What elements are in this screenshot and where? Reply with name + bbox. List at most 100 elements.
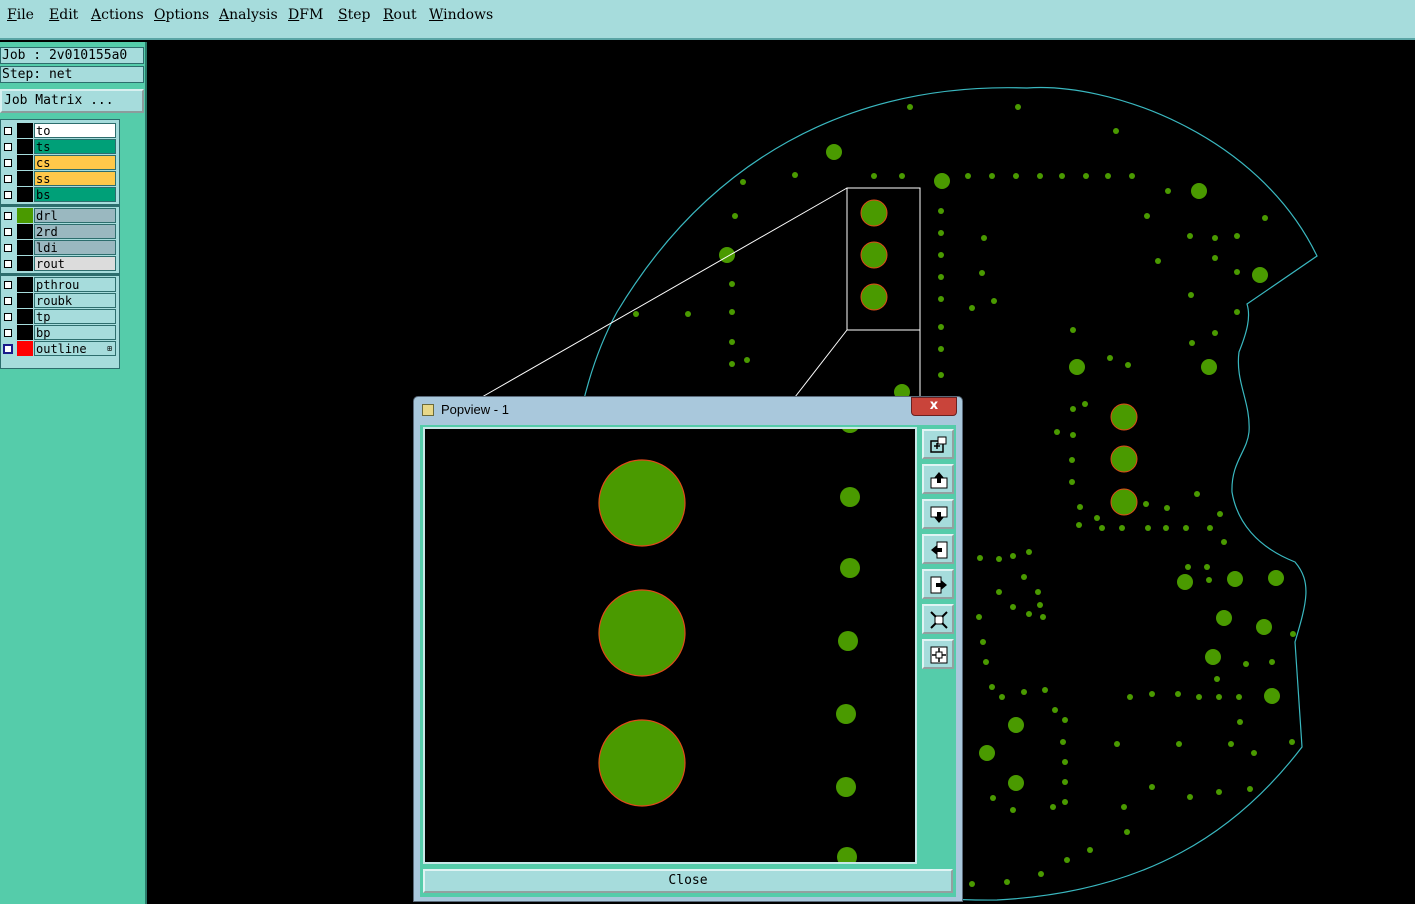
- popview-zoom-view[interactable]: [423, 427, 917, 864]
- menu-rout[interactable]: Rout: [383, 7, 417, 23]
- layer-row-drl[interactable]: drl: [1, 208, 119, 224]
- drill-pad: [1145, 525, 1151, 531]
- pan-right-button[interactable]: [922, 569, 954, 599]
- layer-color-swatch[interactable]: [17, 123, 33, 138]
- menu-step[interactable]: Step: [338, 7, 370, 23]
- layer-row-roubk[interactable]: roubk: [1, 293, 119, 309]
- layer-color-swatch[interactable]: [17, 139, 33, 154]
- pan-up-button[interactable]: [922, 464, 954, 494]
- layer-row-ss[interactable]: ss: [1, 171, 119, 187]
- layer-checkbox[interactable]: [4, 313, 12, 321]
- layer-row-tp[interactable]: tp: [1, 309, 119, 325]
- layer-color-swatch[interactable]: [17, 240, 33, 255]
- window-close-button[interactable]: x: [911, 397, 957, 416]
- layer-name[interactable]: outline ⊞: [34, 341, 116, 356]
- layer-name[interactable]: tp: [34, 309, 116, 324]
- layer-row-ldi[interactable]: ldi: [1, 240, 119, 256]
- drill-pad: [969, 305, 975, 311]
- drill-pad: [990, 795, 996, 801]
- menu-edit[interactable]: Edit: [49, 7, 78, 23]
- layer-name[interactable]: ts: [34, 139, 116, 154]
- drill-pad: [1004, 879, 1010, 885]
- layer-color-swatch[interactable]: [17, 341, 33, 356]
- layer-checkbox[interactable]: [4, 297, 12, 305]
- layer-color-swatch[interactable]: [17, 277, 33, 292]
- menu-windows[interactable]: Windows: [429, 7, 493, 23]
- zoom-fit-button[interactable]: [922, 429, 954, 459]
- layer-color-swatch[interactable]: [17, 293, 33, 308]
- layer-color-swatch[interactable]: [17, 309, 33, 324]
- layer-name[interactable]: pthrou: [34, 277, 116, 292]
- layer-color-swatch[interactable]: [17, 171, 33, 186]
- layer-expand-icon[interactable]: ⊞: [107, 345, 112, 353]
- layer-checkbox[interactable]: [4, 175, 12, 183]
- popview-window[interactable]: Popview - 1 x Close: [413, 396, 963, 902]
- layer-color-swatch[interactable]: [17, 155, 33, 170]
- drill-pad: [1221, 539, 1227, 545]
- pan-left-button[interactable]: [922, 534, 954, 564]
- layer-color-swatch[interactable]: [17, 187, 33, 202]
- menu-dfm[interactable]: DFM: [288, 7, 323, 23]
- layer-color-swatch[interactable]: [17, 256, 33, 271]
- layer-row-bp[interactable]: bp: [1, 325, 119, 341]
- drill-pad: [633, 311, 639, 317]
- drill-pad: [979, 745, 995, 761]
- menu-file[interactable]: File: [7, 7, 34, 23]
- drill-pad: [1062, 759, 1068, 765]
- layer-checkbox[interactable]: [3, 344, 13, 354]
- drill-pad: [1059, 173, 1065, 179]
- drill-pad: [732, 213, 738, 219]
- layer-name[interactable]: bs: [34, 187, 116, 202]
- layer-name[interactable]: drl: [34, 208, 116, 223]
- layer-row-pthrou[interactable]: pthrou: [1, 277, 119, 293]
- layer-checkbox[interactable]: [4, 212, 12, 220]
- drill-pad: [1124, 829, 1130, 835]
- layer-checkbox[interactable]: [4, 281, 12, 289]
- layer-row-outline[interactable]: outline ⊞: [1, 341, 119, 357]
- drill-pad: [1013, 173, 1019, 179]
- layer-name[interactable]: cs: [34, 155, 116, 170]
- pan-down-button[interactable]: [922, 499, 954, 529]
- drill-pad: [1042, 687, 1048, 693]
- layer-name[interactable]: 2rd: [34, 224, 116, 239]
- drill-pad: [1216, 789, 1222, 795]
- zoom-out-button[interactable]: [922, 639, 954, 669]
- drill-pad: [1212, 255, 1218, 261]
- drill-pad: [1021, 574, 1027, 580]
- layer-checkbox[interactable]: [4, 143, 12, 151]
- popview-titlebar[interactable]: Popview - 1 x: [414, 397, 962, 423]
- layer-row-bs[interactable]: bs: [1, 187, 119, 203]
- layer-name[interactable]: rout: [34, 256, 116, 271]
- job-matrix-button[interactable]: Job Matrix ...: [0, 89, 144, 113]
- layer-row-ts[interactable]: ts: [1, 139, 119, 155]
- layer-checkbox[interactable]: [4, 329, 12, 337]
- layer-row-2rd[interactable]: 2rd: [1, 224, 119, 240]
- popview-close-button[interactable]: Close: [423, 869, 953, 893]
- drill-pad: [938, 274, 944, 280]
- layer-name[interactable]: bp: [34, 325, 116, 340]
- layer-name[interactable]: to: [34, 123, 116, 138]
- layer-color-swatch[interactable]: [17, 325, 33, 340]
- layer-color-swatch[interactable]: [17, 208, 33, 223]
- layer-row-cs[interactable]: cs: [1, 155, 119, 171]
- layer-checkbox[interactable]: [4, 191, 12, 199]
- layer-checkbox[interactable]: [4, 228, 12, 236]
- layer-checkbox[interactable]: [4, 260, 12, 268]
- menu-analysis[interactable]: Analysis: [219, 7, 278, 23]
- layer-name[interactable]: ldi: [34, 240, 116, 255]
- menu-actions[interactable]: Actions: [91, 7, 144, 23]
- layer-checkbox[interactable]: [4, 127, 12, 135]
- layer-name[interactable]: ss: [34, 171, 116, 186]
- step-name-label: Step: net: [0, 66, 144, 83]
- drill-pad: [1216, 694, 1222, 700]
- layer-color-swatch[interactable]: [17, 224, 33, 239]
- layer-name[interactable]: roubk: [34, 293, 116, 308]
- zoom-in-button[interactable]: [922, 604, 954, 634]
- layer-row-rout[interactable]: rout: [1, 256, 119, 272]
- menu-options[interactable]: Options: [154, 7, 209, 23]
- layer-checkbox[interactable]: [4, 244, 12, 252]
- layer-row-to[interactable]: to: [1, 123, 119, 139]
- drill-pad: [1129, 173, 1135, 179]
- drill-pad: [1236, 694, 1242, 700]
- layer-checkbox[interactable]: [4, 159, 12, 167]
